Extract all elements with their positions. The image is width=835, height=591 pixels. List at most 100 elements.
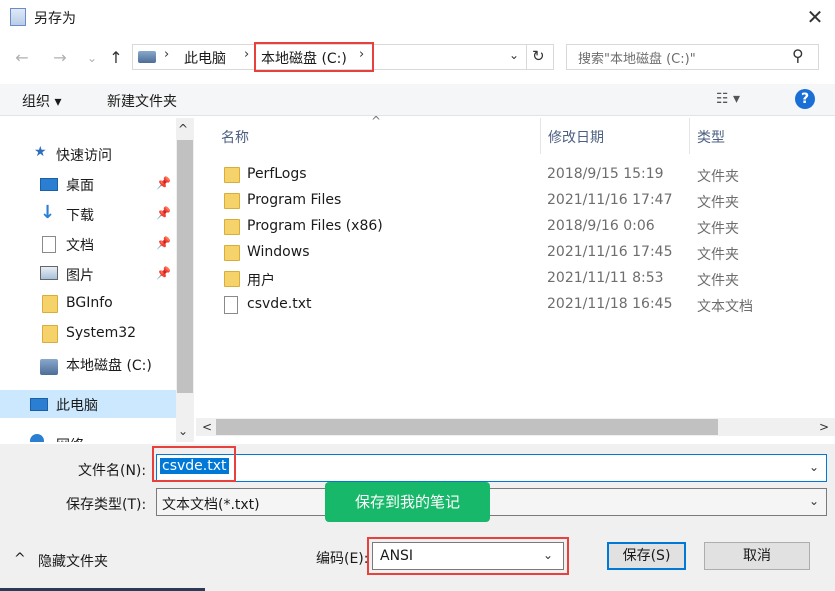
file-list-hscrollbar-thumb[interactable] [216,419,718,435]
scroll-right-icon[interactable]: > [819,420,829,434]
nav-item-local-disk[interactable]: 本地磁盘 (C:) [0,350,176,378]
column-header-type[interactable]: 类型 [697,127,725,147]
nav-scrollbar-thumb[interactable] [177,140,193,393]
computer-icon [30,398,48,411]
encoding-dropdown-icon[interactable]: ⌄ [543,548,553,562]
file-date: 2018/9/16 0:06 [547,218,655,234]
notepad-icon [10,8,26,26]
folder-icon [224,245,240,261]
column-divider[interactable] [540,118,541,154]
hide-folders-toggle[interactable]: 隐藏文件夹 [38,551,108,571]
file-row[interactable]: Program Files (x86) 2018/9/16 0:06 文件夹 [196,214,835,240]
navigation-pane: ★ 快速访问 桌面 📌 ↓ 下载 📌 文档 📌 图片 📌 BGInfo Syst… [0,118,176,442]
encoding-label: 编码(E): [316,551,369,567]
column-header-name[interactable]: 名称 [221,127,249,147]
file-row[interactable]: csvde.txt 2021/11/18 16:45 文本文档 [196,292,835,318]
organize-button[interactable]: 组织 ▾ [22,91,61,111]
filename-selected-text: csvde.txt [160,458,229,474]
recent-locations-icon[interactable]: ⌄ [82,48,102,68]
file-type: 文件夹 [697,247,739,263]
file-row[interactable]: 用户 2021/11/11 8:53 文件夹 [196,266,835,292]
filetype-dropdown-icon[interactable]: ⌄ [809,494,819,508]
up-arrow-icon[interactable]: ↑ [106,48,126,68]
pin-icon: 📌 [156,236,171,250]
nav-item-label: 桌面 [66,178,94,194]
nav-item-pictures[interactable]: 图片 📌 [0,260,176,288]
breadcrumb-separator-icon: › [164,47,170,62]
folder-icon [42,295,58,313]
forward-arrow-icon[interactable]: → [50,48,70,68]
picture-icon [40,266,58,280]
nav-item-label: System32 [66,325,137,341]
star-icon: ★ [34,144,47,160]
file-name: Program Files [247,192,342,208]
computer-icon [138,51,156,63]
breadcrumb-this-pc[interactable]: 此电脑 [184,48,226,68]
column-divider[interactable] [689,118,690,154]
network-icon [30,434,44,442]
nav-item-label: 图片 [66,268,94,284]
filename-dropdown-icon[interactable]: ⌄ [809,460,819,474]
nav-item-this-pc[interactable]: 此电脑 [0,390,176,418]
folder-icon [224,167,240,183]
nav-item-label: 快速访问 [56,148,112,164]
encoding-value: ANSI [380,548,414,564]
address-divider [526,44,527,70]
file-row[interactable]: Windows 2021/11/16 17:45 文件夹 [196,240,835,266]
column-header-date[interactable]: 修改日期 [548,127,604,147]
nav-item-downloads[interactable]: ↓ 下载 📌 [0,200,176,228]
nav-item-label: 网络 [56,435,84,442]
nav-quick-access[interactable]: ★ 快速访问 [0,140,176,168]
file-name: Windows [247,244,310,260]
search-icon[interactable]: ⚲ [792,46,804,65]
file-row[interactable]: PerfLogs 2018/9/15 15:19 文件夹 [196,162,835,188]
file-type: 文件夹 [697,221,739,237]
new-folder-button[interactable]: 新建文件夹 [107,91,177,111]
scroll-up-icon[interactable]: ^ [178,122,188,136]
file-row[interactable]: Program Files 2021/11/16 17:47 文件夹 [196,188,835,214]
folder-icon [42,325,58,343]
breadcrumb-local-disk[interactable]: 本地磁盘 (C:) [261,48,347,68]
search-placeholder: 搜索"本地磁盘 (C:)" [578,52,696,67]
filename-input[interactable] [156,454,827,482]
file-type: 文本文档 [697,299,753,315]
scroll-down-icon[interactable]: ⌄ [178,424,188,438]
document-icon [42,236,56,253]
file-type: 文件夹 [697,169,739,185]
breadcrumb-separator-icon: › [244,47,250,62]
refresh-icon[interactable]: ↻ [532,47,545,65]
sort-ascending-icon: ^ [371,114,382,128]
file-type: 文件夹 [697,195,739,211]
save-button[interactable]: 保存(S) [607,542,686,570]
back-arrow-icon[interactable]: ← [12,48,32,68]
nav-item-label: 此电脑 [56,398,98,414]
filename-label: 文件名(N): [78,463,147,479]
file-date: 2021/11/16 17:47 [547,192,673,208]
folder-icon [224,219,240,235]
nav-item-documents[interactable]: 文档 📌 [0,230,176,258]
file-name: PerfLogs [247,166,307,182]
folder-icon [224,193,240,209]
nav-item-bginfo[interactable]: BGInfo [0,290,176,318]
cancel-button[interactable]: 取消 [704,542,810,570]
desktop-icon [40,178,58,191]
close-button[interactable]: ✕ [797,2,833,32]
pin-icon: 📌 [156,176,171,190]
nav-item-system32[interactable]: System32 [0,320,176,348]
title-bar [0,0,835,34]
scroll-left-icon[interactable]: < [202,420,212,434]
nav-item-network[interactable]: 网络 [0,430,176,442]
pin-icon: 📌 [156,266,171,280]
folder-icon [224,271,240,287]
nav-item-desktop[interactable]: 桌面 📌 [0,170,176,198]
view-options-icon[interactable]: ☷ ▾ [716,91,740,107]
hide-folders-icon[interactable]: ^ [14,551,26,567]
download-icon: ↓ [40,202,56,223]
save-to-notes-tooltip[interactable]: 保存到我的笔记 [325,482,490,522]
help-icon[interactable]: ? [795,89,815,109]
file-name: Program Files (x86) [247,218,383,234]
address-dropdown-icon[interactable]: ⌄ [509,48,519,62]
file-date: 2021/11/18 16:45 [547,296,673,312]
filename-value[interactable]: csvde.txt [160,458,229,474]
nav-item-label: 下载 [66,208,94,224]
